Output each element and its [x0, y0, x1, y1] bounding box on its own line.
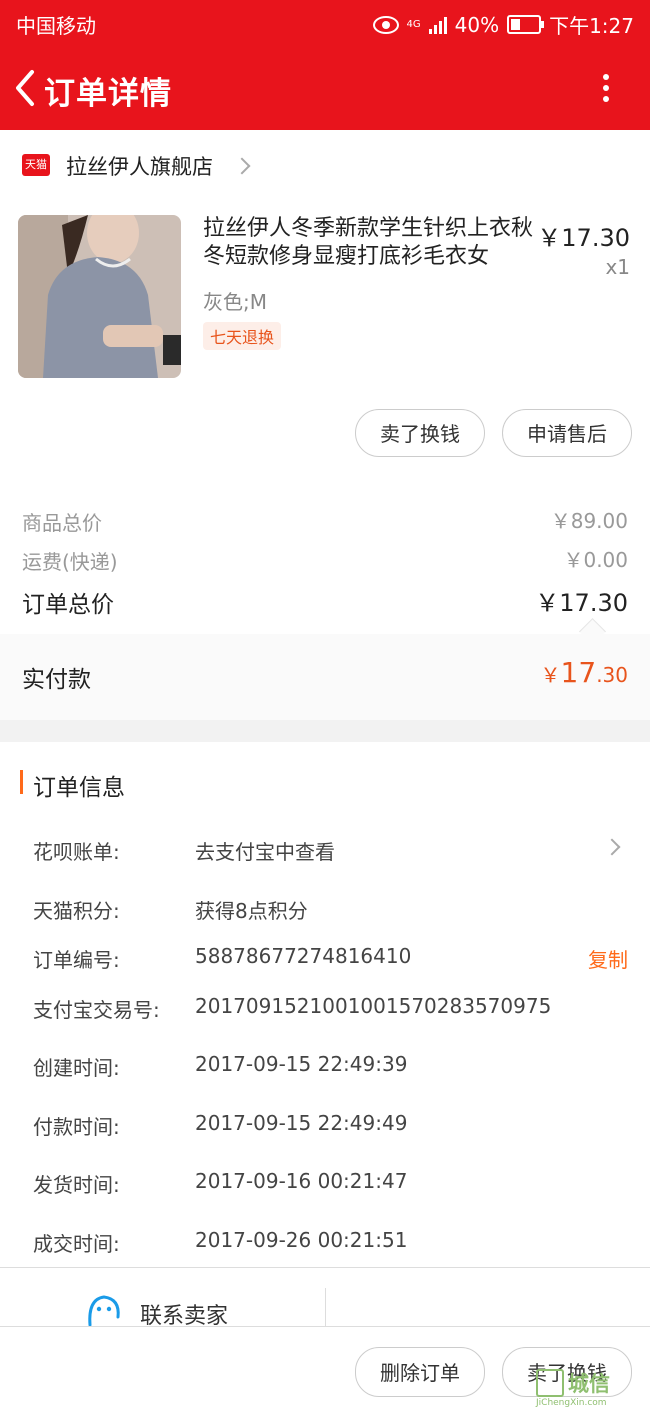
more-menu-icon[interactable] — [596, 70, 616, 110]
battery-icon — [507, 15, 545, 34]
order-info-title: 订单信息 — [33, 775, 125, 801]
signal-icon — [428, 16, 447, 34]
shipped-time-label: 发货时间: — [33, 1173, 120, 1197]
alipay-trade-value: 2017091521001001570283570975 — [195, 994, 552, 1018]
tmall-badge: 天猫 — [22, 154, 50, 176]
after-sale-button[interactable]: 申请售后 — [502, 409, 632, 457]
paid-amount: ￥17.30 — [540, 656, 628, 689]
carrier-name: 中国移动 — [16, 14, 96, 38]
order-number-value: 58878677274816410 — [195, 944, 412, 968]
product-price: ￥17.30 — [537, 224, 630, 252]
goods-total-value: ￥89.00 — [550, 509, 628, 533]
copy-button[interactable]: 复制 — [588, 944, 628, 973]
product-quantity: x1 — [605, 255, 630, 279]
alipay-trade-label: 支付宝交易号: — [33, 998, 160, 1022]
store-name: 拉丝伊人旗舰店 — [66, 155, 213, 179]
order-total-value: ￥17.30 — [535, 589, 628, 617]
section-gap — [0, 720, 650, 742]
deal-time-value: 2017-09-26 00:21:51 — [195, 1228, 408, 1252]
divider — [0, 1326, 650, 1327]
product-image — [18, 215, 181, 378]
watermark-logo-icon — [536, 1369, 564, 1397]
watermark: 城信 JiChengXin.com — [536, 1368, 648, 1416]
order-number-label: 订单编号: — [33, 948, 120, 972]
section-accent-bar — [20, 770, 23, 794]
status-icons: 4G 40% 下午1:27 — [372, 10, 634, 39]
product-sku: 灰色;M — [203, 290, 267, 314]
product-name[interactable]: 拉丝伊人冬季新款学生针织上衣秋冬短款修身显瘦打底衫毛衣女 — [203, 215, 538, 271]
points-value: 获得8点积分 — [195, 899, 308, 923]
shipping-value: ￥0.00 — [563, 548, 628, 572]
eye-comfort-icon — [372, 15, 399, 34]
deal-time-label: 成交时间: — [33, 1232, 120, 1256]
paid-time-label: 付款时间: — [33, 1115, 120, 1139]
battery-percent: 40% — [454, 12, 500, 37]
chevron-right-icon — [233, 157, 251, 175]
delete-order-button[interactable]: 删除订单 — [355, 1347, 485, 1397]
created-time-label: 创建时间: — [33, 1056, 120, 1080]
chat-bubble-icon — [88, 1295, 120, 1327]
shipping-label: 运费(快递) — [22, 550, 118, 574]
chevron-right-icon[interactable] — [603, 838, 621, 856]
page-title: 订单详情 — [44, 76, 172, 112]
sell-for-cash-button[interactable]: 卖了换钱 — [355, 409, 485, 457]
status-bar: 中国移动 4G 40% 下午1:27 — [0, 0, 650, 46]
clock: 下午1:27 — [549, 14, 634, 38]
divider — [325, 1288, 326, 1326]
created-time-value: 2017-09-15 22:49:39 — [195, 1052, 408, 1076]
product-thumbnail[interactable] — [18, 215, 181, 378]
order-total-label: 订单总价 — [22, 592, 114, 618]
huabei-value[interactable]: 去支付宝中查看 — [195, 836, 335, 865]
paid-time-value: 2017-09-15 22:49:49 — [195, 1111, 408, 1135]
store-row[interactable]: 天猫 拉丝伊人旗舰店 — [0, 130, 650, 200]
huabei-label: 花呗账单: — [33, 840, 120, 864]
divider — [0, 1267, 650, 1268]
network-type: 4G — [406, 19, 421, 30]
paid-label: 实付款 — [22, 667, 91, 693]
nav-bar: 订单详情 — [0, 56, 650, 120]
points-label: 天猫积分: — [33, 899, 120, 923]
return-policy-tag: 七天退换 — [203, 322, 282, 350]
goods-total-label: 商品总价 — [22, 511, 102, 535]
shipped-time-value: 2017-09-16 00:21:47 — [195, 1169, 408, 1193]
